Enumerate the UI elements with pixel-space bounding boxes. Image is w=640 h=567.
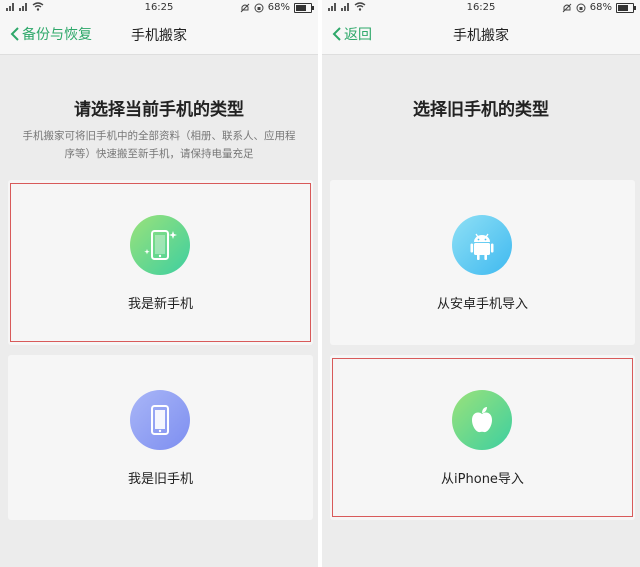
mute-icon (240, 3, 250, 12)
back-button[interactable]: 返回 (332, 24, 372, 44)
option-old-phone[interactable]: 我是旧手机 (8, 355, 313, 520)
battery-percent: 68% (589, 2, 612, 13)
back-label: 备份与恢复 (22, 27, 92, 43)
status-bar: 16:25 68% (0, 0, 318, 16)
battery-icon (616, 2, 636, 13)
mute-icon (562, 3, 572, 12)
battery-fill (618, 4, 628, 11)
chevron-left-icon (332, 27, 341, 41)
status-bar: 16:25 68% (322, 0, 640, 16)
chevron-left-icon (10, 27, 19, 41)
status-right: 68% (240, 2, 314, 13)
lock-rotation-icon (254, 3, 264, 12)
nav-bar: 备份与恢复 手机搬家 (0, 16, 318, 55)
phone-glyph (151, 405, 169, 435)
nav-bar: 返回 手机搬家 (322, 16, 640, 55)
new-phone-icon (130, 215, 190, 275)
back-button[interactable]: 备份与恢复 (10, 24, 92, 44)
option-label: 我是新手机 (127, 297, 193, 312)
heading: 选择旧手机的类型 (413, 100, 549, 120)
battery-percent: 68% (267, 2, 290, 13)
right-screen: 16:25 68% 返回 手机搬家 选择旧手机的类型 从安卓手机导入 从iPho… (322, 0, 640, 567)
android-icon (452, 215, 512, 275)
battery-icon (294, 2, 314, 13)
left-screen: 16:25 68% 备份与恢复 手机搬家 请选择当前手机的类型 手机搬家可将旧手… (0, 0, 318, 567)
description: 手机搬家可将旧手机中的全部资料（相册、联系人、应用程序等）快速搬至新手机，请保持… (22, 130, 296, 160)
apple-glyph (472, 407, 492, 433)
battery-fill (296, 4, 306, 11)
apple-icon (452, 390, 512, 450)
option-iphone[interactable]: 从iPhone导入 (330, 355, 635, 520)
back-label: 返回 (344, 27, 372, 43)
status-right: 68% (562, 2, 636, 13)
option-label: 从安卓手机导入 (436, 297, 528, 312)
android-glyph (470, 233, 494, 260)
option-android[interactable]: 从安卓手机导入 (330, 180, 635, 345)
old-phone-icon (130, 390, 190, 450)
option-label: 从iPhone导入 (441, 472, 524, 487)
option-new-phone[interactable]: 我是新手机 (8, 180, 313, 345)
heading: 请选择当前手机的类型 (74, 100, 244, 120)
option-label: 我是旧手机 (127, 472, 193, 487)
lock-rotation-icon (576, 3, 586, 12)
phone-sparkle-glyph (144, 230, 177, 260)
